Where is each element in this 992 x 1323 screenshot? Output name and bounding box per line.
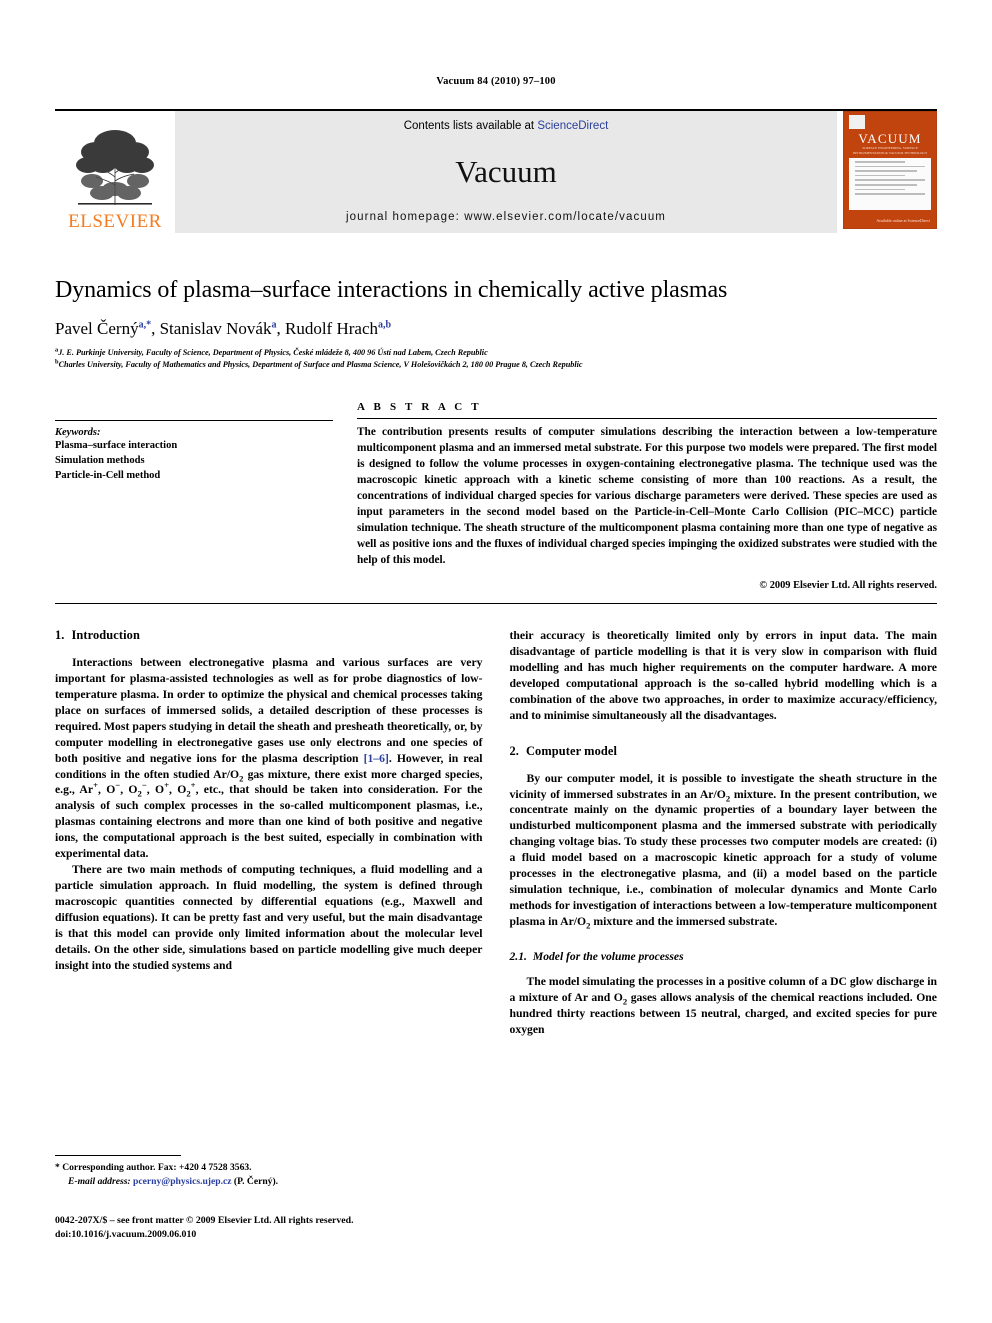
abstract-rule	[357, 417, 937, 419]
paragraph-volume-processes-1: The model simulating the processes in a …	[510, 974, 938, 1038]
author-affiliation-mark: a,b	[378, 319, 392, 331]
article-page: Vacuum 84 (2010) 97–100 ELSEVIER Content…	[0, 0, 992, 1323]
citation-link[interactable]: [1–6]	[364, 752, 389, 765]
cover-subtitle: SURFACE ENGINEERING, SURFACE INSTRUMENTA…	[852, 146, 928, 156]
keyword-item: Particle-in-Cell method	[55, 469, 161, 481]
affiliation-item: bCharles University, Faculty of Mathemat…	[55, 359, 937, 371]
contents-available-line: Contents lists available at ScienceDirec…	[404, 120, 609, 132]
left-column: 1. Introduction Interactions between elec…	[55, 628, 483, 1038]
sup-plus: +	[93, 780, 98, 791]
corresponding-author-note: * Corresponding author. Fax: +420 4 7528…	[55, 1162, 252, 1173]
sup-plus: +	[164, 780, 170, 791]
banner-center: Contents lists available at ScienceDirec…	[175, 111, 837, 233]
section-number: 1.	[55, 627, 65, 642]
author-list: Pavel Černýa,*, Stanislav Nováka, Rudolf…	[55, 319, 392, 338]
section-title: Computer model	[526, 743, 617, 758]
footnote-rule	[55, 1155, 181, 1156]
affiliation-item: aJ. E. Purkinje University, Faculty of S…	[55, 347, 937, 359]
keywords-items: Plasma–surface interaction Simulation me…	[55, 439, 333, 484]
author-affiliation-mark: a	[271, 319, 277, 331]
section-number: 2.	[509, 743, 519, 758]
keywords-heading: Keywords:	[55, 426, 101, 438]
journal-title: Vacuum	[455, 154, 557, 189]
journal-cover-thumbnail: VACUUM SURFACE ENGINEERING, SURFACE INST…	[837, 111, 937, 233]
elsevier-tree-icon	[72, 119, 158, 211]
page-title: Dynamics of plasma–surface interactions …	[55, 277, 728, 303]
issn-frontmatter-line: 0042-207X/$ – see front matter © 2009 El…	[55, 1215, 354, 1226]
imprint-block: 0042-207X/$ – see front matter © 2009 El…	[55, 1214, 515, 1243]
email-link[interactable]: pcerny@physics.ujep.cz	[133, 1176, 231, 1187]
author-name: Stanislav Novák	[159, 319, 272, 338]
abstract-label: A B S T R A C T	[357, 400, 482, 413]
keyword-item: Simulation methods	[55, 454, 145, 466]
abstract-copyright: © 2009 Elsevier Ltd. All rights reserved…	[759, 579, 937, 591]
cm-p1-b: mixture. In the present contribution, we…	[509, 787, 938, 929]
subsection-heading-volume-processes: 2.1. Model for the volume processes	[510, 950, 938, 963]
author-name: Pavel Černý	[55, 319, 139, 338]
cover-content-panel	[849, 158, 931, 210]
contents-prefix-text: Contents lists available at	[403, 120, 538, 132]
cover-title: VACUUM	[858, 131, 922, 146]
sup-minus: −	[141, 780, 147, 791]
subsection-title: Model for the volume processes	[532, 950, 684, 964]
journal-banner: ELSEVIER Contents lists available at Sci…	[55, 109, 937, 233]
running-head: Vacuum 84 (2010) 97–100	[436, 76, 556, 87]
affiliation-list: aJ. E. Purkinje University, Faculty of S…	[55, 347, 937, 371]
affiliation-text: Charles University, Faculty of Mathemati…	[58, 359, 583, 369]
abstract-block: A B S T R A C T The contribution present…	[357, 401, 937, 591]
intro-p1-text: Interactions between electronegative pla…	[55, 655, 483, 765]
doi-line: doi:10.1016/j.vacuum.2009.06.010	[55, 1229, 197, 1241]
elsevier-logo: ELSEVIER	[55, 111, 175, 233]
abstract-text: The contribution presents results of com…	[357, 425, 937, 566]
paragraph-intro-1: Interactions between electronegative pla…	[55, 655, 483, 861]
section-title: Introduction	[71, 627, 140, 642]
intro-p1-tail-c: , etc., that should be taken into consid…	[55, 783, 483, 861]
affiliation-text: J. E. Purkinje University, Faculty of Sc…	[58, 348, 488, 358]
cover-publisher-mark	[849, 115, 865, 129]
keyword-item: Plasma–surface interaction	[55, 439, 178, 451]
subsection-number: 2.1.	[509, 950, 527, 964]
email-suffix: (P. Černý).	[233, 1175, 279, 1187]
sup-minus: −	[115, 780, 121, 791]
right-column: their accuracy is theoretically limited …	[510, 628, 938, 1038]
cm-p1-c: mixture and the immersed substrate.	[590, 915, 778, 929]
section-heading-computer-model: 2. Computer model	[510, 744, 938, 759]
abstract-bottom-rule	[55, 602, 937, 604]
email-label: E-mail address:	[68, 1175, 131, 1187]
footnote-block: * Corresponding author. Fax: +420 4 7528…	[55, 1155, 482, 1188]
author-name: Rudolf Hrach	[284, 319, 378, 338]
email-note: E-mail address: pcerny@physics.ujep.cz (…	[55, 1175, 482, 1189]
abstract-region: Keywords: Plasma–surface interaction Sim…	[55, 401, 937, 591]
paragraph-computer-model-1: By our computer model, it is possible to…	[510, 771, 938, 931]
keywords-rule	[55, 419, 333, 421]
elsevier-wordmark: ELSEVIER	[68, 211, 162, 232]
paragraph-intro-2: There are two main methods of computing …	[55, 863, 483, 973]
sciencedirect-link[interactable]: ScienceDirect	[537, 120, 608, 132]
paragraph-intro-2-continued: their accuracy is theoretically limited …	[509, 628, 938, 722]
section-heading-introduction: 1. Introduction	[55, 628, 483, 643]
body-columns: 1. Introduction Interactions between elec…	[55, 628, 937, 1038]
journal-homepage-link[interactable]: journal homepage: www.elsevier.com/locat…	[346, 211, 666, 223]
cover-footer-text: Available online at ScienceDirect	[876, 217, 930, 223]
author-affiliation-mark: a,*	[138, 319, 152, 331]
keywords-block: Keywords: Plasma–surface interaction Sim…	[55, 401, 333, 591]
